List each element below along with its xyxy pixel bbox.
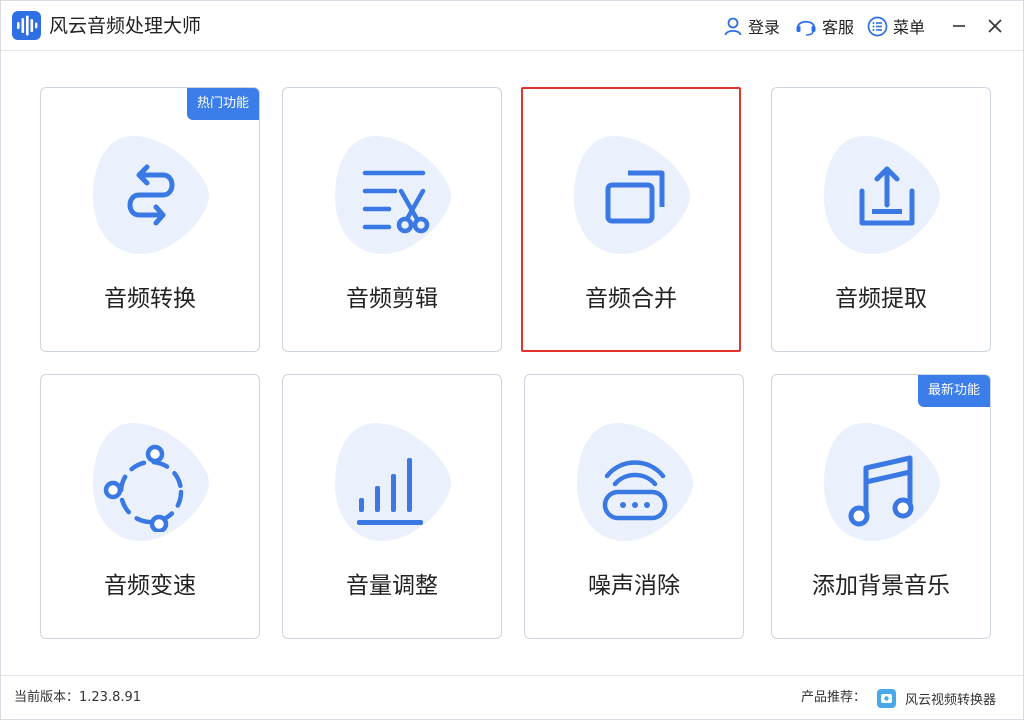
speed-cycle-icon (103, 444, 184, 532)
card-audio-convert[interactable]: 音频转换 热门功能 (40, 87, 260, 352)
card-label: 音量调整 (346, 573, 438, 599)
recommend-app-name: 风云视频转换器 (905, 692, 997, 708)
card-add-bgm[interactable]: 添加背景音乐 最新功能 (771, 374, 991, 639)
convert-arrows-icon (127, 164, 175, 226)
app-title: 风云音频处理大师 (49, 15, 202, 37)
card-volume-adjust[interactable]: 音量调整 (282, 374, 502, 639)
headset-icon (796, 20, 816, 36)
title-bar: 风云音频处理大师 登录 客服 菜单 (1, 1, 1023, 51)
version-text: 当前版本：1.23.8.91 (14, 690, 142, 705)
minimize-button[interactable] (946, 13, 972, 39)
menu-button[interactable]: 菜单 (867, 13, 925, 39)
app-logo-icon (12, 11, 41, 40)
scissors-icon (362, 170, 430, 234)
service-label: 客服 (822, 18, 855, 37)
music-note-icon (848, 455, 914, 527)
video-converter-logo-icon (877, 688, 896, 708)
card-label: 音频合并 (585, 286, 677, 312)
card-audio-merge[interactable]: 音频合并 (521, 87, 741, 352)
wifi-router-icon (602, 460, 668, 521)
card-noise-removal[interactable]: 噪声消除 (524, 374, 744, 639)
login-label: 登录 (748, 18, 781, 37)
card-audio-speed[interactable]: 音频变速 (40, 374, 260, 639)
upload-tray-icon (859, 166, 915, 226)
hot-feature-badge: 热门功能 (186, 88, 259, 120)
menu-label: 菜单 (893, 18, 926, 37)
card-audio-extract[interactable]: 音频提取 (771, 87, 991, 352)
minimize-icon (953, 25, 965, 27)
login-button[interactable]: 登录 (723, 13, 780, 39)
close-button[interactable] (982, 13, 1008, 39)
card-label: 音频变速 (104, 573, 196, 599)
card-label: 噪声消除 (588, 573, 680, 599)
close-icon (988, 19, 1002, 33)
volume-bars-icon (357, 458, 423, 525)
new-feature-badge: 最新功能 (917, 375, 990, 407)
status-bar: 当前版本：1.23.8.91 产品推荐： 风云视频转换器 (1, 675, 1023, 719)
card-label: 音频提取 (835, 286, 927, 312)
card-label: 音频剪辑 (346, 286, 438, 312)
menu-list-icon (867, 16, 888, 36)
customer-service-button[interactable]: 客服 (795, 13, 854, 39)
recommend-app-link[interactable]: 风云视频转换器 (877, 687, 996, 709)
card-label: 添加背景音乐 (812, 573, 950, 599)
card-audio-edit[interactable]: 音频剪辑 (282, 87, 502, 352)
recommend-label: 产品推荐： (801, 690, 867, 705)
merge-windows-icon (605, 170, 665, 224)
user-icon (724, 17, 742, 36)
card-label: 音频转换 (104, 286, 196, 312)
app-window: 风云音频处理大师 登录 客服 菜单 音频转换 热门功能 音频剪辑 音频合并 音频… (0, 0, 1024, 720)
